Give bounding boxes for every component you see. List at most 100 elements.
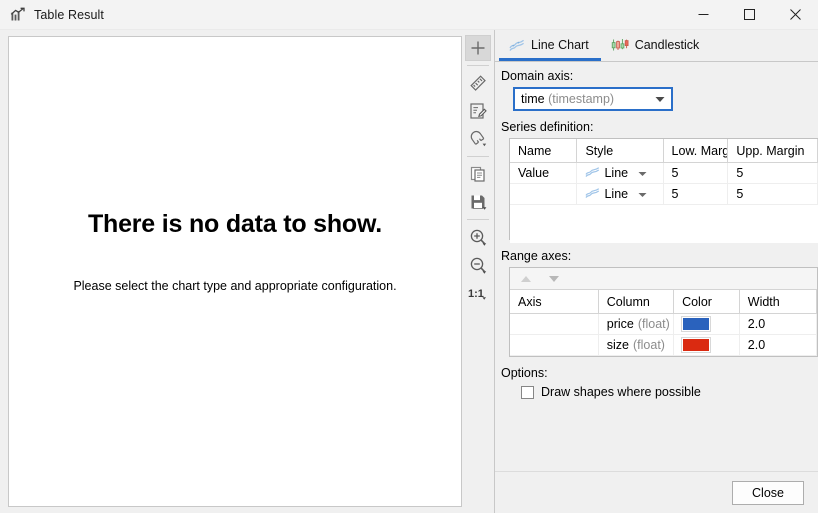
domain-axis-label: Domain axis: [501,69,574,83]
series-table-header: Name Style Low. Margin Upp. Margin [510,139,818,163]
series-table-filler [510,205,818,243]
crosshair-icon [469,39,487,57]
toolbar-separator [467,219,489,220]
range-cell-column[interactable]: size (float) [599,335,675,355]
title-bar: Table Result [0,0,818,30]
range-cell-width[interactable]: 2.0 [740,314,818,334]
series-cell-name[interactable]: Value [510,163,578,183]
table-result-window: Table Result There is no data to show. P… [0,0,818,513]
range-cell-width[interactable]: 2.0 [740,335,818,355]
series-cell-upp-margin[interactable]: 5 [728,163,818,183]
table-row[interactable]: Line 5 5 [510,184,818,205]
chart-type-tabs: Line Chart Candlestick [495,30,818,62]
series-definition-label: Series definition: [501,120,594,134]
series-cell-name[interactable] [510,184,578,204]
domain-axis-value-type: (timestamp) [548,92,615,106]
tool-zoom-reset[interactable]: 1:1 [465,280,491,306]
arrow-up-icon[interactable] [518,271,534,287]
close-icon[interactable] [772,0,818,29]
tool-ruler[interactable] [465,70,491,96]
series-col-low-margin[interactable]: Low. Margin [664,139,729,162]
domain-axis-value-name: time [521,92,545,106]
no-data-subtitle: Please select the chart type and appropr… [73,279,397,293]
range-column-name: size [606,338,629,352]
color-swatch-price[interactable] [681,316,712,332]
series-cell-upp-margin[interactable]: 5 [728,184,818,204]
series-cell-style[interactable]: Line [577,163,664,183]
series-definition-section: Series definition: Name Style Low. Margi… [499,120,818,243]
chart-tools-toolbar: 1:1 [462,30,494,513]
tool-annotate[interactable] [465,98,491,124]
range-axes-table: Axis Column Color Width price (float) 2.… [510,290,818,356]
table-row[interactable]: Value Line 5 5 [510,163,818,184]
table-row[interactable]: price (float) 2.0 [510,314,818,335]
tab-line-chart[interactable]: Line Chart [499,31,601,61]
save-icon [468,192,488,212]
line-style-icon [585,187,600,202]
tool-snap[interactable] [465,126,491,152]
series-style-label: Line [604,166,629,180]
range-axes-table-header: Axis Column Color Width [510,290,818,314]
chevron-down-icon[interactable] [651,96,669,103]
series-cell-low-margin[interactable]: 5 [664,184,729,204]
zoom-in-icon [468,227,488,247]
range-cell-axis[interactable] [510,314,599,334]
series-col-name[interactable]: Name [510,139,578,162]
chevron-down-icon[interactable] [638,187,647,201]
tab-line-chart-label: Line Chart [531,37,589,52]
line-chart-icon [509,38,525,52]
tool-zoom-in[interactable] [465,224,491,250]
range-cell-axis[interactable] [510,335,599,355]
minimize-icon[interactable] [680,0,726,29]
range-cell-color[interactable] [674,335,740,355]
domain-axis-section: Domain axis: time (timestamp) [499,69,818,111]
series-col-style[interactable]: Style [577,139,664,162]
color-swatch-size[interactable] [681,337,712,353]
dialog-footer: Close [495,471,818,513]
domain-axis-select[interactable]: time (timestamp) [513,87,673,111]
range-col-color[interactable]: Color [674,290,740,313]
tool-zoom-out[interactable] [465,252,491,278]
chevron-down-icon[interactable] [638,166,647,180]
arrow-down-icon[interactable] [546,271,562,287]
range-cell-column[interactable]: price (float) [599,314,675,334]
maximize-icon[interactable] [726,0,772,29]
window-body: There is no data to show. Please select … [0,30,818,513]
range-col-width[interactable]: Width [740,290,818,313]
close-button[interactable]: Close [732,480,804,505]
window-controls [680,0,818,29]
tool-crosshair[interactable] [465,35,491,61]
draw-shapes-checkbox[interactable] [521,385,534,399]
options-section: Options: Draw shapes where possible [499,366,818,399]
series-style-control[interactable]: Line [585,187,647,202]
table-row[interactable]: size (float) 2.0 [510,335,818,356]
draw-shapes-label: Draw shapes where possible [541,385,701,399]
series-col-upp-margin[interactable]: Upp. Margin [728,139,818,162]
tool-copy[interactable] [465,161,491,187]
options-label: Options: [501,366,548,380]
series-cell-low-margin[interactable]: 5 [664,163,729,183]
svg-text:1:1: 1:1 [468,288,484,300]
magnet-icon [468,129,488,149]
edit-note-icon [468,101,488,121]
chart-config-panel: Line Chart Candlestick Domain axis: time… [494,30,818,513]
series-cell-style[interactable]: Line [577,184,664,204]
range-axes-toolbar [510,268,817,290]
copy-icon [468,164,488,184]
draw-shapes-option[interactable]: Draw shapes where possible [521,385,818,399]
tab-candlestick-label: Candlestick [634,37,700,52]
range-col-axis[interactable]: Axis [510,290,599,313]
series-style-control[interactable]: Line [585,166,647,181]
series-style-label: Line [604,187,629,201]
series-table: Name Style Low. Margin Upp. Margin Value [509,138,818,243]
domain-axis-value: time (timestamp) [521,92,651,106]
range-column-type: (float) [633,338,665,352]
zoom-out-icon [468,255,488,275]
range-cell-color[interactable] [674,314,740,334]
tab-candlestick[interactable]: Candlestick [601,31,712,61]
chart-canvas[interactable]: There is no data to show. Please select … [8,36,462,507]
tool-save[interactable] [465,189,491,215]
range-column-name: price [606,317,634,331]
range-col-column[interactable]: Column [599,290,675,313]
ruler-icon [468,73,488,93]
